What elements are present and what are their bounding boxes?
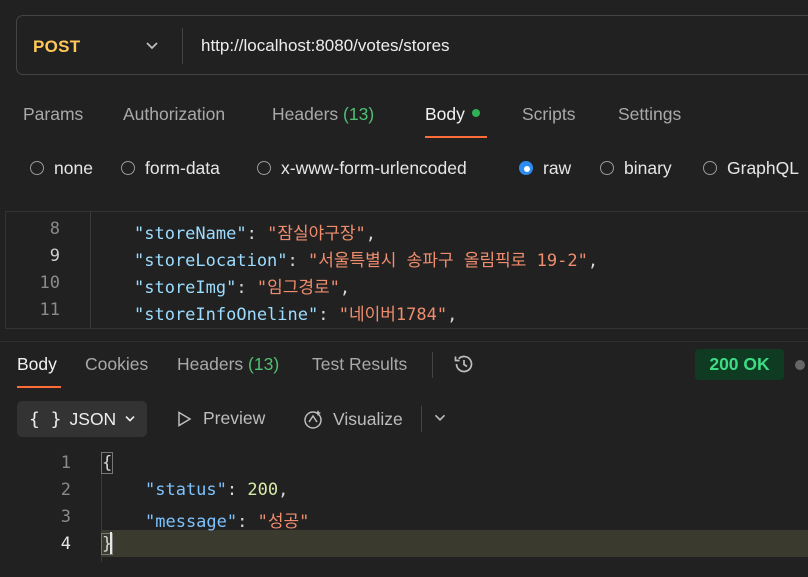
radio-circle-icon: [703, 161, 717, 175]
tab-headers[interactable]: Headers (13): [272, 104, 374, 125]
json-value: 200: [247, 480, 279, 500]
line-number: 1: [60, 453, 71, 473]
tab-authorization[interactable]: Authorization: [123, 104, 225, 125]
radio-circle-icon: [30, 161, 44, 175]
tab-response-body-underline: [17, 386, 61, 388]
radio-circle-icon: [121, 161, 135, 175]
braces-icon: { }: [29, 408, 62, 430]
history-icon[interactable]: [452, 352, 476, 376]
line-number: 3: [60, 507, 71, 527]
tab-body[interactable]: Body: [425, 104, 480, 125]
code-line: "storeName": "잠실야구장",: [134, 224, 376, 244]
tab-body-underline: [425, 136, 487, 138]
code-line: "storeImg": "임그경로",: [134, 278, 351, 298]
line-number: 10: [39, 273, 60, 293]
radio-label: raw: [543, 157, 572, 178]
format-select[interactable]: { } JSON: [17, 401, 147, 437]
code-line: "storeInfoOneline": "네이버1784",: [134, 305, 458, 325]
line-number: 2: [60, 480, 71, 500]
text-cursor: [110, 532, 112, 554]
json-key: "storeImg": [134, 278, 237, 298]
toolbar-divider: [432, 352, 433, 378]
open-brace: {: [100, 452, 114, 474]
radio-graphql[interactable]: GraphQL: [703, 156, 799, 180]
radio-label: x-www-form-urlencoded: [281, 157, 467, 178]
line-number: 8: [49, 219, 60, 239]
radio-binary[interactable]: binary: [600, 156, 672, 180]
line-number: 4: [60, 534, 71, 554]
radio-raw[interactable]: raw: [519, 156, 571, 180]
tab-response-body[interactable]: Body: [17, 354, 57, 375]
code-line: "storeLocation": "서울특별시 송파구 올림픽로 19-2",: [134, 251, 599, 271]
radio-form-data[interactable]: form-data: [121, 156, 220, 180]
line-number: 11: [39, 300, 60, 320]
preview-label: Preview: [203, 408, 266, 428]
preview-button[interactable]: Preview: [175, 408, 265, 429]
chevron-down-icon[interactable]: [431, 409, 449, 427]
tab-cookies[interactable]: Cookies: [85, 354, 148, 375]
json-key: "storeName": [134, 224, 247, 244]
toolbar-divider: [421, 406, 422, 432]
pane-divider[interactable]: [0, 341, 808, 342]
json-key: "storeLocation": [134, 251, 288, 271]
radio-label: GraphQL: [727, 157, 799, 178]
radio-x-www-form-urlencoded[interactable]: x-www-form-urlencoded: [257, 156, 467, 180]
json-value: "서울특별시 송파구 올림픽로 19-2": [308, 251, 588, 271]
tab-test-results[interactable]: Test Results: [312, 354, 407, 375]
url-input[interactable]: http://localhost:8080/votes/stores: [201, 36, 450, 56]
url-divider: [182, 28, 183, 64]
radio-selected-icon: [519, 161, 533, 175]
line-number: 9: [49, 246, 60, 266]
status-badge: 200 OK: [695, 349, 784, 380]
json-key: "status": [145, 480, 227, 500]
format-label: JSON: [69, 408, 117, 429]
tab-response-headers-label: Headers: [177, 354, 244, 374]
tab-headers-label: Headers: [272, 104, 339, 124]
more-icon[interactable]: [795, 360, 805, 370]
editor-gutter-divider: [90, 211, 91, 329]
radio-label: form-data: [145, 157, 220, 178]
json-value: "성공": [257, 512, 310, 532]
code-line: "status": 200,: [145, 480, 289, 500]
tab-settings[interactable]: Settings: [618, 104, 681, 125]
tab-body-label: Body: [425, 104, 465, 124]
response-headers-count: (13): [248, 354, 280, 374]
play-icon: [178, 410, 192, 427]
url-bar: POST http://localhost:8080/votes/stores: [16, 15, 808, 75]
json-key: "storeInfoOneline": [134, 305, 319, 325]
visualize-label: Visualize: [333, 408, 403, 429]
radio-circle-icon: [257, 161, 271, 175]
tab-params[interactable]: Params: [23, 104, 83, 125]
tab-scripts[interactable]: Scripts: [522, 104, 575, 125]
radio-circle-icon: [600, 161, 614, 175]
code-line: {: [100, 452, 114, 474]
radio-label: none: [54, 157, 93, 178]
chevron-down-icon: [125, 416, 135, 422]
modified-dot-icon: [471, 109, 480, 117]
radio-label: binary: [624, 157, 672, 178]
json-value: "임그경로": [256, 278, 340, 298]
chevron-down-icon[interactable]: [142, 36, 162, 56]
radio-none[interactable]: none: [30, 156, 93, 180]
method-select[interactable]: POST: [33, 37, 81, 57]
visualize-icon: [304, 410, 322, 429]
visualize-button[interactable]: Visualize: [302, 408, 403, 430]
headers-count: (13): [343, 104, 375, 124]
json-value: "네이버1784": [338, 305, 448, 325]
json-value: "잠실야구장": [267, 224, 366, 244]
tab-response-headers[interactable]: Headers (13): [177, 354, 279, 375]
json-key: "message": [145, 512, 238, 532]
current-line-highlight: [102, 530, 808, 557]
code-line: "message": "성공": [145, 512, 310, 532]
